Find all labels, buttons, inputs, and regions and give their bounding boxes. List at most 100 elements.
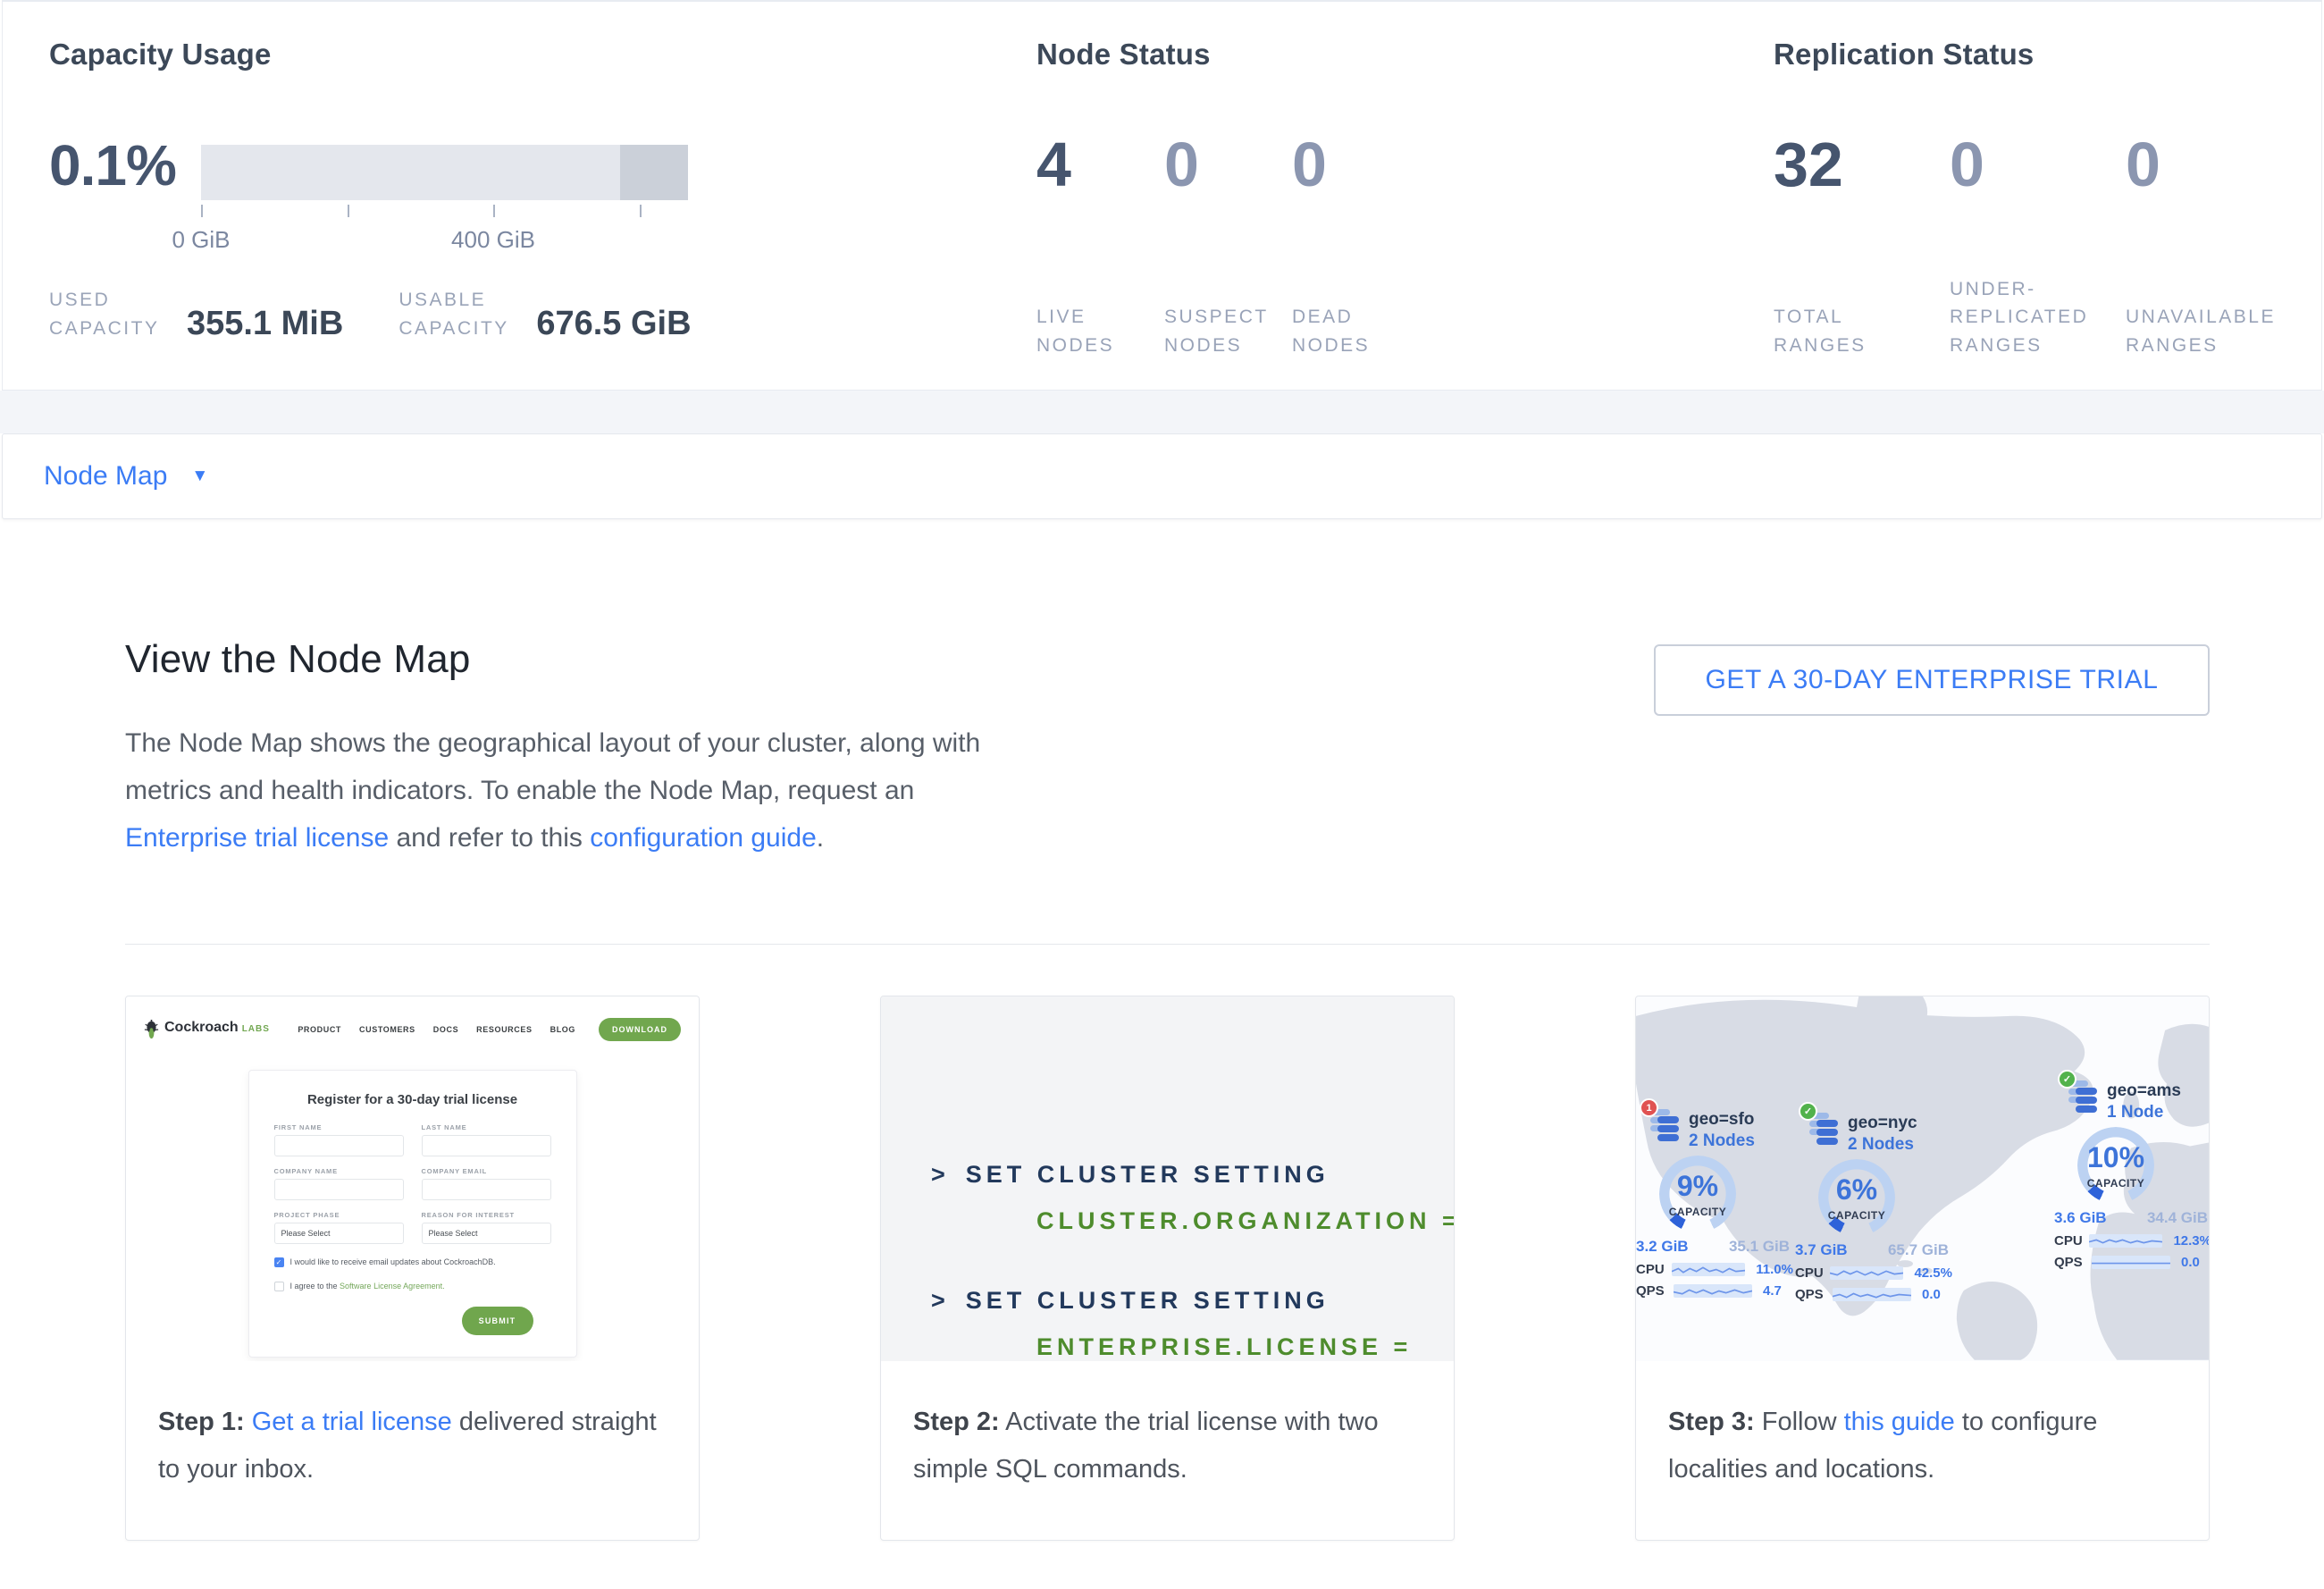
warning-badge: 1 <box>1640 1098 1658 1117</box>
form-field: REASON FOR INTERESTPlease Select <box>422 1211 551 1244</box>
capacity-stats: USED CAPACITY 355.1 MiB USABLE CAPACITY … <box>49 286 747 342</box>
capacity-gauge: 9% CAPACITY <box>1659 1156 1736 1232</box>
checkbox-empty-icon <box>274 1282 284 1291</box>
project-phase-select: Please Select <box>274 1223 404 1244</box>
intro-paragraph: The Node Map shows the geographical layo… <box>125 719 983 862</box>
nav-item: CUSTOMERS <box>359 1025 415 1034</box>
cluster-widget-nyc: ✓ geo=nyc 2 Nodes 6% CAPACITY <box>1795 1111 1952 1302</box>
axis-tick <box>493 205 495 217</box>
nav-item: DOCS <box>433 1025 458 1034</box>
brand-name: Cockroach <box>164 1020 239 1036</box>
capacity-bar-other-segment <box>620 145 688 200</box>
cpu-sparkline <box>2089 1234 2162 1248</box>
cluster-summary-bar: Capacity Usage 0.1% 0 GiB 400 GiB USED C… <box>2 0 2322 391</box>
intro-text-block: View the Node Map The Node Map shows the… <box>125 637 983 862</box>
capacity-gauge: 6% CAPACITY <box>1818 1159 1895 1236</box>
replication-status-panel: Replication Status 32 0 0 TOTAL RANGES U… <box>1774 2 2310 390</box>
replication-status-title: Replication Status <box>1774 38 2034 71</box>
chevron-down-icon: ▼ <box>191 467 208 486</box>
axis-tick <box>348 205 349 217</box>
submit-button: SUBMIT <box>462 1307 533 1335</box>
section-divider <box>125 944 2210 945</box>
step3-caption: Step 3: Follow this guide to configure l… <box>1636 1361 2209 1493</box>
capacity-bar: 0 GiB 400 GiB <box>201 145 688 219</box>
step1-thumbnail: Cockroach LABS PRODUCT CUSTOMERS DOCS RE… <box>126 996 699 1361</box>
capacity-bar-track <box>201 145 688 200</box>
total-ranges-value: 32 <box>1774 130 1950 199</box>
trial-registration-form: Register for a 30-day trial license FIRS… <box>248 1070 577 1358</box>
live-nodes-label: LIVE NODES <box>1036 303 1153 359</box>
form-field: LAST NAME <box>422 1123 551 1156</box>
mini-site-header: Cockroach LABS PRODUCT CUSTOMERS DOCS RE… <box>126 996 699 1048</box>
first-name-input <box>274 1135 404 1156</box>
cpu-sparkline <box>1830 1266 1903 1280</box>
nav-item: PRODUCT <box>298 1025 341 1034</box>
axis-tick <box>640 205 642 217</box>
sql-command: >SET CLUSTER SETTING ENTERPRISE.LICENSE … <box>931 1289 1454 1359</box>
intro-text: and refer to this <box>389 823 590 853</box>
node-map-dropdown-label: Node Map <box>44 461 167 492</box>
node-map-promo-section: View the Node Map The Node Map shows the… <box>0 637 2324 1541</box>
get-trial-license-link[interactable]: Get a trial license <box>252 1408 452 1436</box>
node-status-title: Node Status <box>1036 38 1211 71</box>
cockroach-labs-logo: Cockroach LABS <box>144 1020 270 1039</box>
this-guide-link[interactable]: this guide <box>1844 1408 1955 1436</box>
intro-text: . <box>817 823 824 853</box>
company-email-input <box>422 1179 551 1200</box>
cluster-node-count: 1 Node <box>2107 1102 2181 1123</box>
form-field: FIRST NAME <box>274 1123 404 1156</box>
section-spacer <box>0 391 2324 433</box>
cluster-widget-sfo: 1 geo=sfo 2 Nodes 9% CAPACITY <box>1636 1107 1793 1299</box>
under-replicated-ranges-value: 0 <box>1950 130 2126 199</box>
axis-tick-label: 0 GiB <box>172 226 230 254</box>
node-status-panel: Node Status 4 0 0 LIVE NODES SUSPECT NOD… <box>1036 2 1716 390</box>
cpu-sparkline <box>1672 1263 1746 1276</box>
cluster-locality-label: geo=sfo <box>1689 1109 1755 1131</box>
unavailable-ranges-value: 0 <box>2126 130 2302 199</box>
node-status-values: 4 0 0 <box>1036 130 1420 199</box>
mini-site-nav: PRODUCT CUSTOMERS DOCS RESOURCES BLOG DO… <box>298 1018 681 1041</box>
capacity-usage-panel: Capacity Usage 0.1% 0 GiB 400 GiB USED C… <box>49 2 996 390</box>
form-title: Register for a 30-day trial license <box>274 1092 551 1107</box>
checkbox-checked-icon: ✓ <box>274 1257 284 1267</box>
last-name-input <box>422 1135 551 1156</box>
form-field: COMPANY EMAIL <box>422 1167 551 1200</box>
cluster-locality-label: geo=ams <box>2107 1080 2181 1102</box>
capacity-usage-title: Capacity Usage <box>49 38 272 71</box>
get-enterprise-trial-button[interactable]: GET A 30-DAY ENTERPRISE TRIAL <box>1654 644 2210 716</box>
usable-capacity-value: 676.5 GiB <box>536 307 691 342</box>
dead-nodes-value: 0 <box>1292 130 1420 199</box>
used-capacity-stat: USED CAPACITY 355.1 MiB <box>49 286 343 342</box>
intro-row: View the Node Map The Node Map shows the… <box>125 637 2210 862</box>
configuration-guide-link[interactable]: configuration guide <box>590 823 817 853</box>
brand-suffix: LABS <box>242 1024 270 1034</box>
used-capacity-label: USED CAPACITY <box>49 286 171 342</box>
node-map-dropdown[interactable]: Node Map ▼ <box>44 461 208 492</box>
unavailable-ranges-label: UNAVAILABLE RANGES <box>2126 303 2300 359</box>
qps-sparkline <box>2092 1256 2170 1269</box>
capacity-gauge: 10% CAPACITY <box>2077 1127 2154 1204</box>
step2-caption: Step 2: Activate the trial license with … <box>881 1361 1454 1493</box>
step2-card: >SET CLUSTER SETTING CLUSTER.ORGANIZATIO… <box>880 996 1455 1541</box>
capacity-axis: 0 GiB 400 GiB <box>201 205 688 219</box>
live-nodes-value: 4 <box>1036 130 1164 199</box>
axis-tick-label: 400 GiB <box>451 226 535 254</box>
healthy-badge: ✓ <box>1799 1102 1817 1121</box>
enterprise-trial-license-link[interactable]: Enterprise trial license <box>125 823 389 853</box>
license-agreement-checkbox-row: I agree to the Software License Agreemen… <box>274 1281 551 1292</box>
used-capacity-value: 355.1 MiB <box>187 307 343 342</box>
qps-sparkline <box>1674 1284 1752 1298</box>
total-ranges-label: TOTAL RANGES <box>1774 303 1927 359</box>
steps-cards-row: Cockroach LABS PRODUCT CUSTOMERS DOCS RE… <box>125 996 2210 1541</box>
cluster-node-count: 2 Nodes <box>1848 1134 1917 1156</box>
email-updates-checkbox-row: ✓ I would like to receive email updates … <box>274 1257 551 1268</box>
dead-nodes-label: DEAD NODES <box>1292 303 1408 359</box>
qps-sparkline <box>1833 1288 1911 1301</box>
cluster-node-count: 2 Nodes <box>1689 1131 1755 1152</box>
form-field: PROJECT PHASEPlease Select <box>274 1211 404 1244</box>
cockroach-bug-icon <box>144 1020 159 1039</box>
cluster-locality-label: geo=nyc <box>1848 1113 1917 1134</box>
step3-card: 1 geo=sfo 2 Nodes 9% CAPACITY <box>1635 996 2210 1541</box>
axis-tick <box>201 205 203 217</box>
nav-item: RESOURCES <box>476 1025 532 1034</box>
